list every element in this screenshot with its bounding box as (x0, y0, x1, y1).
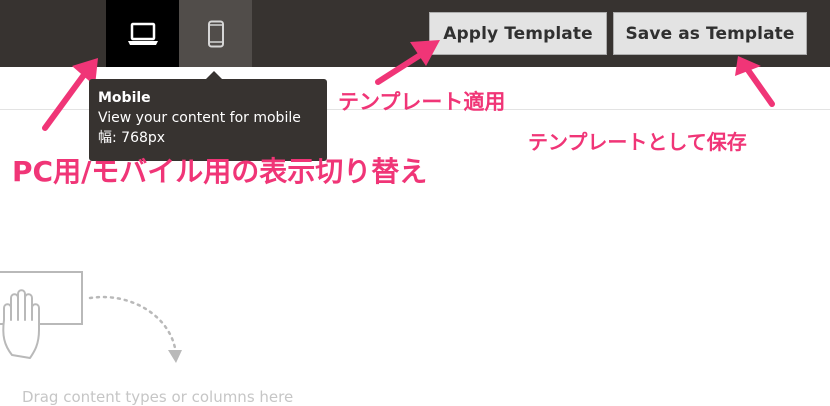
arrow-to-save-icon (745, 67, 775, 107)
arrow-to-apply-icon (375, 49, 428, 85)
tooltip-description: View your content for mobile (98, 110, 301, 126)
save-template-annotation: テンプレートとして保存 (528, 130, 747, 154)
tooltip-title: Mobile (98, 90, 151, 106)
dotted-arrow-icon (88, 295, 177, 350)
drop-zone-graphic (0, 40, 775, 363)
drop-zone-hint: Drag content types or columns here (22, 388, 294, 406)
tooltip-width: 幅: 768px (98, 130, 166, 146)
apply-template-annotation: テンプレート適用 (338, 90, 506, 114)
mobile-view-tooltip: Mobile View your content for mobile 幅: 7… (89, 71, 327, 161)
arrow-to-view-toggle-icon (42, 69, 89, 131)
arrow-head-icon (168, 350, 182, 363)
tooltip-pointer (206, 71, 222, 79)
view-toggle-annotation: PC用/モバイル用の表示切り替え (12, 155, 428, 188)
hand-drag-icon (0, 271, 83, 359)
